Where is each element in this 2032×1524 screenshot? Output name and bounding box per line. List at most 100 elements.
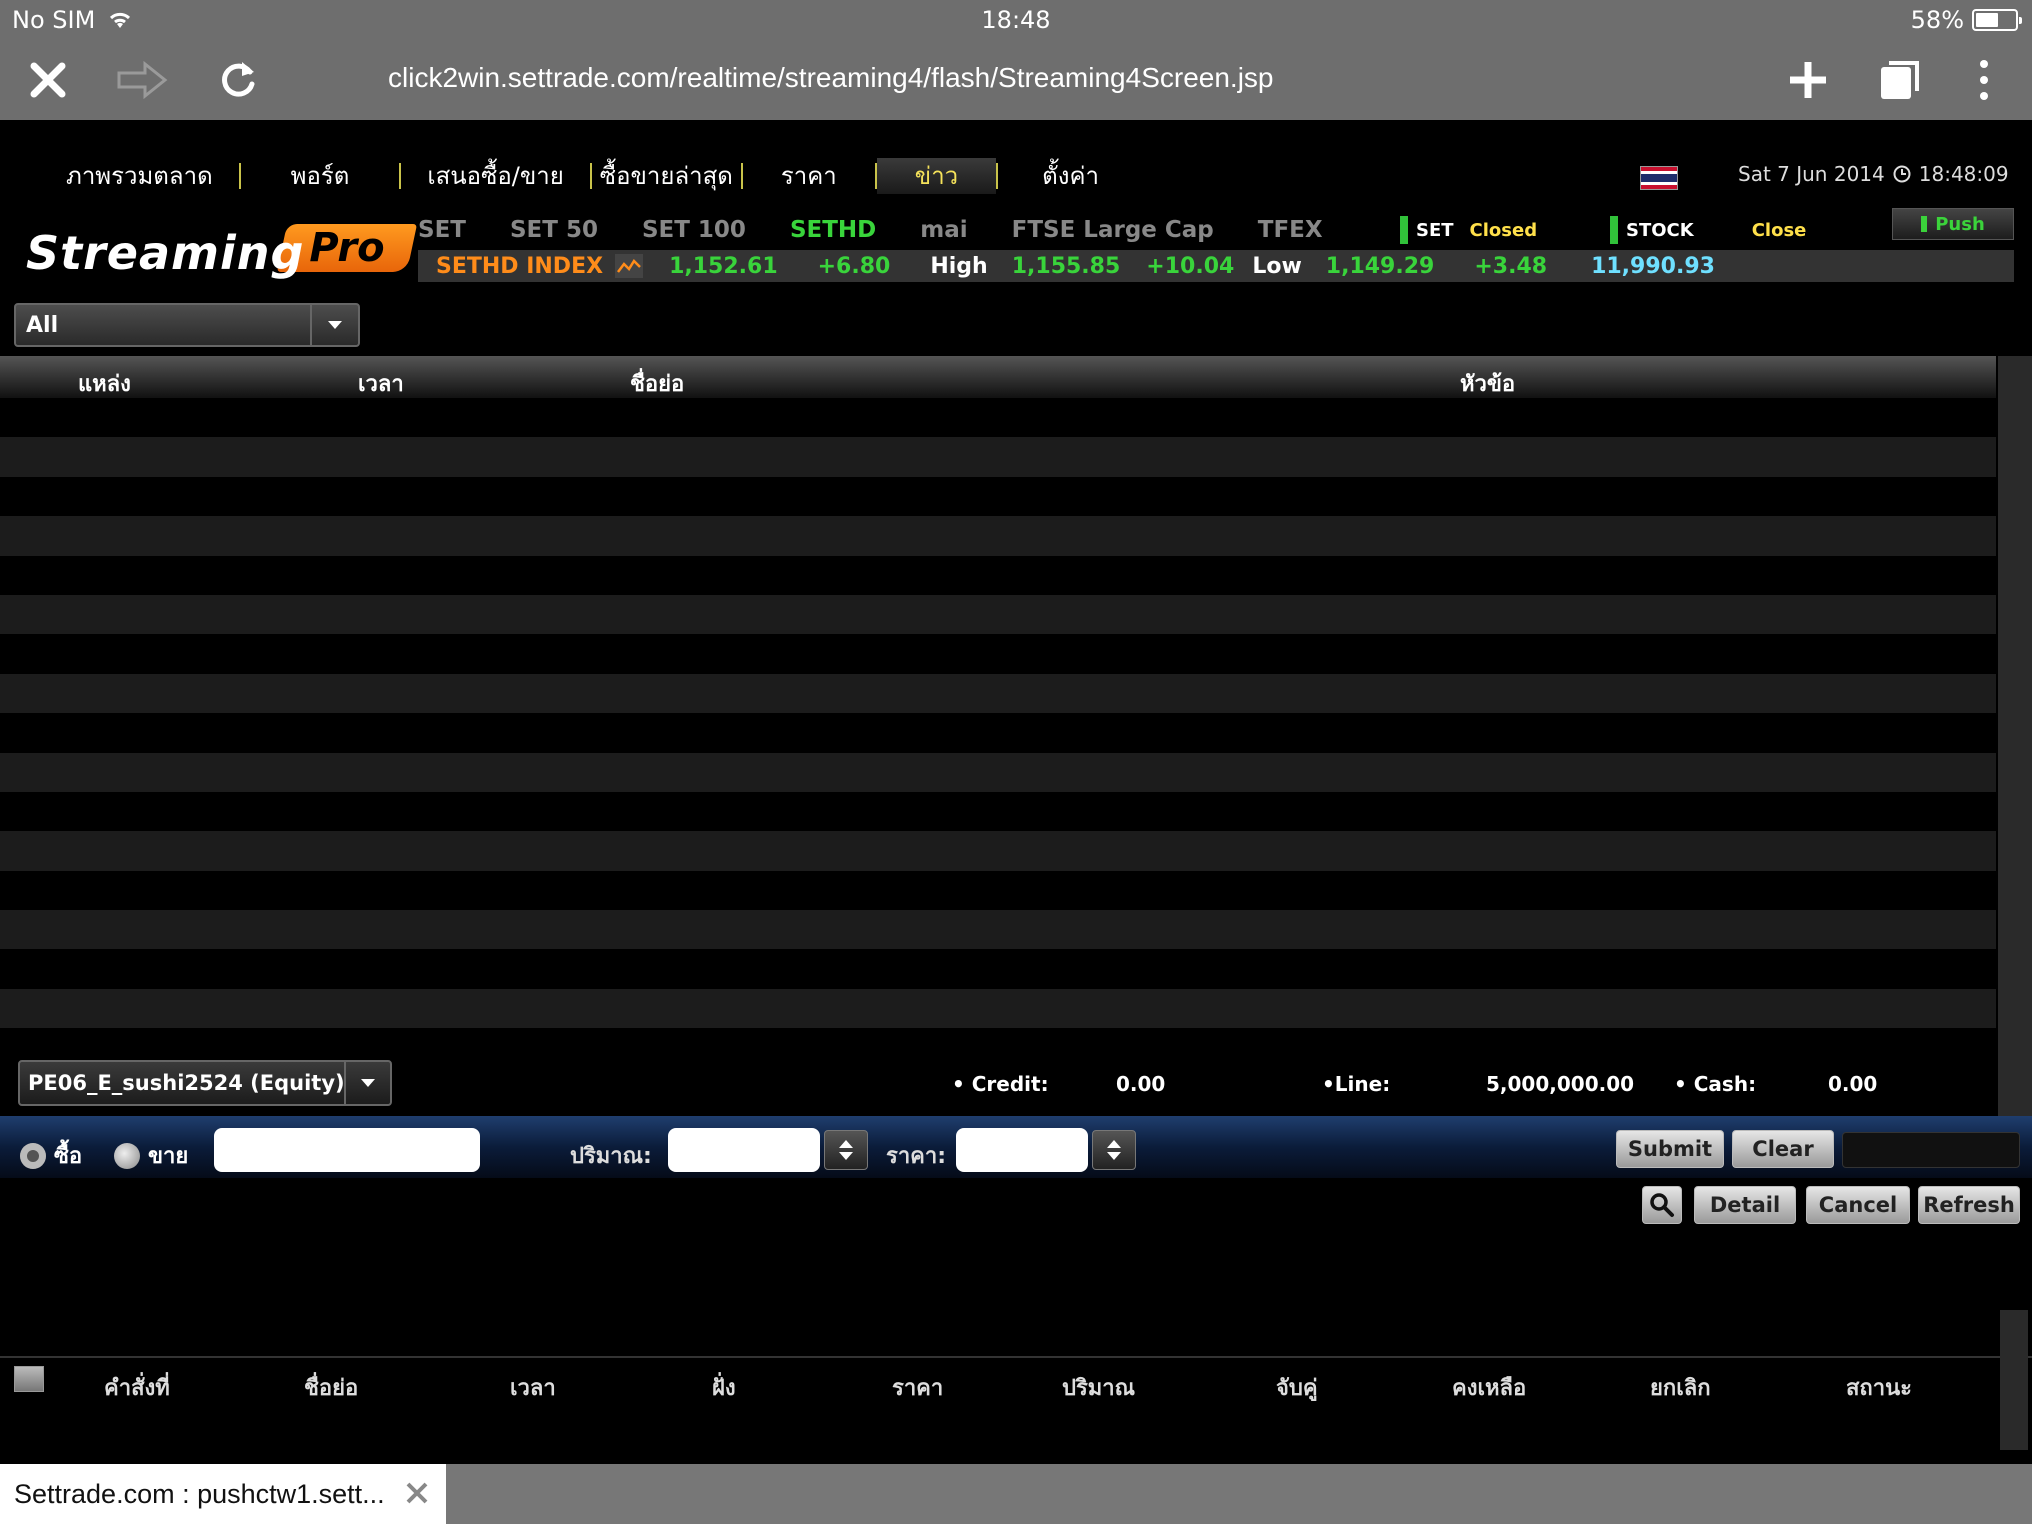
table-row[interactable]	[0, 437, 1996, 477]
col-symbol: ชื่อย่อ	[304, 1376, 359, 1401]
menu-item-news[interactable]: ข่าว	[876, 158, 997, 194]
table-row[interactable]	[0, 477, 1996, 516]
submit-button[interactable]: Submit	[1616, 1130, 1724, 1168]
market-datetime: Sat 7 Jun 2014 18:48:09	[1738, 162, 2009, 186]
close-button[interactable]	[16, 48, 80, 112]
table-row[interactable]	[0, 792, 1996, 831]
cancel-button[interactable]: Cancel	[1806, 1186, 1910, 1224]
credit-value: 0.00	[1116, 1072, 1166, 1096]
index-ticker: SETHD INDEX 1,152.61 +6.80 High 1,155.85…	[418, 250, 2014, 282]
clock-icon	[1893, 165, 1911, 183]
sell-radio[interactable]: ขาย	[114, 1138, 188, 1173]
reload-button[interactable]	[206, 48, 270, 112]
detail-button[interactable]: Detail	[1694, 1186, 1796, 1224]
volume-input[interactable]	[668, 1128, 820, 1172]
ticker-low-change: +3.48	[1474, 253, 1548, 279]
table-row[interactable]	[0, 594, 1996, 635]
select-all-checkbox[interactable]	[14, 1366, 44, 1392]
news-table-body	[0, 398, 1996, 1029]
table-row[interactable]	[0, 398, 1996, 437]
table-row[interactable]	[0, 871, 1996, 910]
browser-tab[interactable]: Settrade.com : pushctw1.sett...	[0, 1464, 446, 1524]
arrow-up-icon	[839, 1140, 853, 1148]
close-icon	[30, 62, 66, 98]
price-stepper[interactable]	[1092, 1130, 1136, 1170]
table-row[interactable]	[0, 673, 1996, 714]
push-button[interactable]: Push	[1892, 208, 2014, 240]
account-select[interactable]: PE06_E_sushi2524 (Equity)	[18, 1060, 392, 1106]
menu-item-portfolio[interactable]: พอร์ต	[241, 158, 400, 194]
menu-item-price[interactable]: ราคา	[743, 158, 875, 194]
news-filter-select[interactable]: All	[14, 303, 360, 347]
arrow-down-icon	[1107, 1152, 1121, 1160]
ticker-low: 1,149.29	[1325, 253, 1435, 279]
tabs-button[interactable]	[1868, 48, 1932, 112]
forward-button[interactable]	[110, 48, 174, 112]
ticker-name: SETHD INDEX	[436, 253, 604, 279]
menu-item-market-overview[interactable]: ภาพรวมตลาด	[40, 158, 239, 194]
menu-item-settings[interactable]: ตั้งค่า	[998, 158, 1143, 194]
price-input[interactable]	[956, 1128, 1088, 1172]
col-cancelled: ยกเลิก	[1650, 1376, 1711, 1401]
order-scrollbar[interactable]	[2000, 1310, 2028, 1450]
plus-icon	[1790, 62, 1826, 98]
table-row[interactable]	[0, 949, 1996, 988]
refresh-button[interactable]: Refresh	[1918, 1186, 2020, 1224]
ticker-high-change: +10.04	[1146, 253, 1235, 279]
table-row[interactable]	[0, 988, 1996, 1029]
news-table-header: แหล่ง เวลา ชื่อย่อ หัวข้อ	[0, 356, 1996, 398]
table-row[interactable]	[0, 556, 1996, 595]
table-row[interactable]	[0, 634, 1996, 673]
search-button[interactable]	[1642, 1186, 1682, 1224]
col-headline: หัวข้อ	[1460, 372, 1516, 397]
clear-button[interactable]: Clear	[1732, 1130, 1834, 1168]
thai-flag-icon[interactable]	[1640, 166, 1678, 190]
set-market-status: SET Closed	[1400, 216, 1537, 244]
table-row[interactable]	[0, 910, 1996, 950]
col-volume: ปริมาณ	[1062, 1376, 1136, 1401]
col-order-no: คำสั่งที่	[104, 1376, 170, 1401]
chart-icon[interactable]	[615, 254, 644, 278]
tab-set[interactable]: SET	[418, 217, 466, 243]
new-tab-button[interactable]	[1776, 48, 1840, 112]
volume-label: ปริมาณ:	[570, 1144, 652, 1169]
buy-radio[interactable]: ซื้อ	[20, 1138, 82, 1173]
menu-item-bid-offer[interactable]: เสนอซื้อ/ขาย	[401, 158, 589, 194]
tab-mai[interactable]: mai	[920, 217, 967, 243]
table-row[interactable]	[0, 516, 1996, 556]
menu-item-last-trades[interactable]: ซื้อขายล่าสุด	[592, 158, 741, 194]
tab-sethd[interactable]: SETHD	[790, 217, 876, 243]
ticker-low-label: Low	[1252, 253, 1302, 279]
tab-set100[interactable]: SET 100	[642, 217, 746, 243]
pin-field[interactable]	[1842, 1132, 2020, 1168]
chevron-down-icon	[310, 305, 358, 345]
streaming-app: ภาพรวมตลาด พอร์ต เสนอซื้อ/ขาย ซื้อขายล่า…	[0, 120, 2032, 1464]
more-vertical-icon	[1980, 60, 1988, 100]
table-row[interactable]	[0, 831, 1996, 871]
radio-selected-icon	[20, 1142, 46, 1169]
cash-label: • Cash:	[1674, 1072, 1757, 1096]
close-tab-icon[interactable]	[402, 1478, 432, 1508]
volume-stepper[interactable]	[824, 1130, 868, 1170]
table-row[interactable]	[0, 713, 1996, 752]
tab-tfex[interactable]: TFEX	[1258, 217, 1323, 243]
col-time: เวลา	[510, 1376, 556, 1401]
arrow-up-icon	[1107, 1140, 1121, 1148]
menu-button[interactable]	[1952, 48, 2016, 112]
url-bar[interactable]: click2win.settrade.com/realtime/streamin…	[388, 62, 1274, 94]
status-time: 18:48	[981, 6, 1051, 34]
tab-set50[interactable]: SET 50	[510, 217, 598, 243]
tab-ftse-large-cap[interactable]: FTSE Large Cap	[1012, 217, 1214, 243]
credit-label: • Credit:	[952, 1072, 1049, 1096]
news-scrollbar[interactable]	[1998, 356, 2032, 1156]
symbol-input[interactable]	[214, 1128, 480, 1172]
col-matched: จับคู่	[1276, 1376, 1318, 1401]
col-side: ฝั่ง	[712, 1376, 736, 1401]
search-icon	[1650, 1193, 1674, 1217]
tabs-icon	[1881, 61, 1919, 99]
table-row[interactable]	[0, 752, 1996, 792]
price-label: ราคา:	[886, 1144, 947, 1169]
ticker-high-label: High	[930, 253, 988, 279]
battery-percent: 58%	[1910, 6, 1964, 34]
radio-icon	[114, 1142, 140, 1169]
